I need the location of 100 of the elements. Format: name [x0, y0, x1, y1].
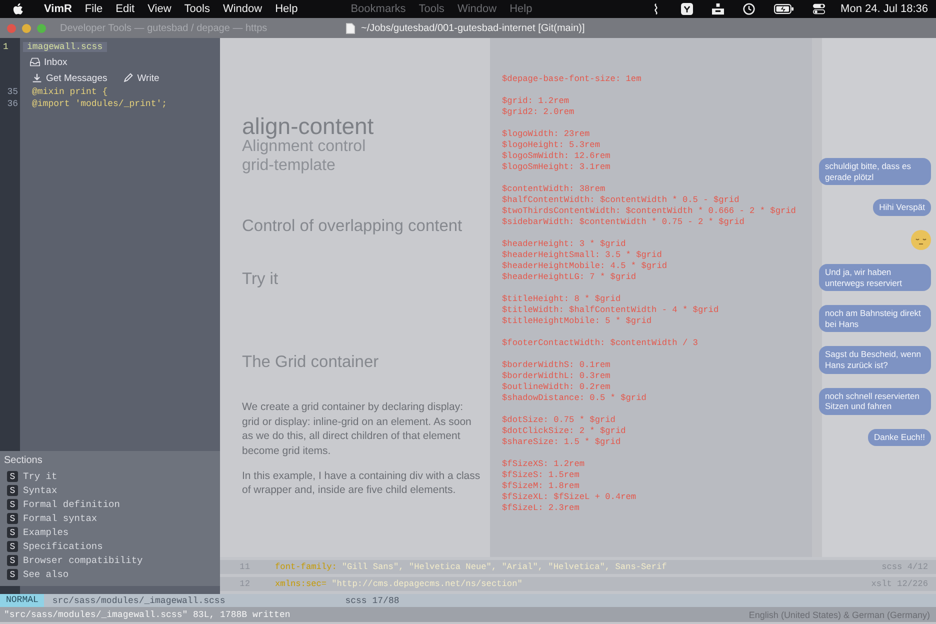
battery-icon[interactable] [774, 3, 794, 15]
section-badge: S [7, 499, 18, 510]
code-line: $depage-base-font-size: 1em [502, 74, 642, 85]
inbox-icon [30, 57, 40, 67]
message-bubble: noch am Bahnsteig direkt bei Hans [819, 305, 931, 332]
section-link[interactable]: Browser compatibility [23, 555, 143, 566]
buffer-number: 1 [3, 42, 10, 52]
pencil-icon [123, 73, 134, 83]
section-link[interactable]: Try it [23, 471, 58, 482]
code-line: $grid: 1.2rem [502, 96, 570, 107]
code-line: $titleHeightMobile: 5 * $grid [502, 316, 653, 327]
message-bubble: Sagst du Bescheid, wenn Hans zurück ist? [819, 346, 931, 374]
message-bubble: schuldigt bitte, dass es gerade plötzl [819, 158, 931, 186]
apple-logo-icon[interactable] [12, 2, 23, 16]
menu-item[interactable]: Bookmarks [350, 3, 406, 15]
code-line: $borderWidthL: 0.3rem [502, 371, 612, 382]
code-line: $sidebarWidth: $contentWidth * 0.75 - 2 * $grid [502, 217, 746, 228]
folder-label[interactable]: Inbox [44, 56, 68, 68]
code-line: $dotSize: 0.75 * $grid [502, 415, 616, 426]
code-line: $outlineWidth: 0.2rem [502, 382, 612, 393]
line-number: 35 [6, 87, 19, 97]
section-badge: S [7, 569, 18, 580]
code-line: $logoSmWidth: 12.6rem [502, 151, 612, 162]
code-line: $footerContactWidth: $contentWidth / 3 [502, 338, 699, 349]
code-line: $halfContentWidth: $contentWidth * 0.5 - $grid [502, 195, 740, 206]
line-number: 36 [6, 99, 19, 109]
code-line: $headerHeightMobile: 4.5 * $grid [502, 261, 668, 272]
document-icon [346, 22, 355, 34]
code-line: $borderWidthS: 0.1rem [502, 360, 612, 371]
message-bubble: Danke Euch!! [868, 428, 931, 446]
section-link[interactable]: Formal definition [23, 499, 120, 510]
message-bubble: Hihi Verspät [873, 199, 931, 216]
code-line: $titleHeight: 8 * $grid [502, 294, 622, 305]
mode-badge: NORMAL [0, 594, 44, 607]
message-bubble: Und ja, wir haben unterwegs reserviert [819, 264, 931, 292]
code-value: "http://cms.depagecms.net/ns/section" [332, 579, 522, 589]
page-title: align-content [242, 114, 375, 138]
app-badge-icon[interactable] [680, 3, 693, 15]
code-attribute: xmlns:sec= [274, 579, 327, 589]
menu-item[interactable]: Help [510, 3, 532, 15]
subheading: Alignment control [242, 138, 366, 157]
section-heading: The Grid container [242, 352, 380, 372]
section-badge: S [7, 471, 18, 482]
code-line: $twoThirdsContentWidth: $contentWidth * 0.666 - 2 * $grid [502, 206, 797, 217]
download-icon [32, 73, 42, 83]
code-line: $contentWidth: 38rem [502, 184, 606, 195]
menu-item[interactable]: View [148, 3, 172, 15]
section-link[interactable]: Specifications [23, 541, 103, 552]
section-badge: S [7, 541, 18, 552]
get-messages-button[interactable]: Get Messages [30, 72, 110, 84]
paragraph: In this example, I have a containing div with a class of wrapper and, inside are five child elements. [242, 468, 482, 498]
code-line: $logoWidth: 23rem [502, 129, 591, 140]
menu-item[interactable]: Help [275, 3, 298, 15]
cursor-position: scss 17/88 [345, 596, 400, 606]
code-attribute: font-family: [274, 562, 337, 572]
clock[interactable]: Mon 24. Jul 18:36 [840, 3, 928, 15]
menu-item[interactable]: Window [457, 3, 497, 15]
section-heading: Control of overlapping content [242, 216, 464, 236]
section-link[interactable]: Syntax [23, 485, 58, 496]
code-line: $shareSize: 1.5 * $grid [502, 437, 622, 448]
code-line: $shadowDistance: 0.5 * $grid [502, 393, 648, 404]
menu-item[interactable]: Tools [184, 3, 210, 15]
menu-item[interactable]: Edit [116, 3, 135, 15]
toggles-icon[interactable] [812, 3, 825, 15]
code-line: $headerHeightLG: 7 * $grid [502, 272, 638, 283]
section-link[interactable]: See also [23, 569, 69, 580]
app-menu[interactable]: VimR [44, 3, 72, 15]
file-path: src/sass/modules/_imagewall.scss [51, 596, 226, 606]
tray-upload-icon[interactable] [712, 3, 724, 15]
code-line: $logoSmHeight: 3.1rem [502, 162, 612, 173]
code-line: @mixin print { [31, 87, 108, 97]
write-button[interactable]: Write [121, 72, 162, 84]
file-tab[interactable]: imagewall.scss [23, 42, 107, 52]
code-line: $fSizeXS: 1.2rem [502, 459, 586, 470]
command-message: "src/sass/modules/_imagewall.scss" 83L, 1788B written [4, 610, 290, 620]
section-badge: S [7, 555, 18, 566]
section-link[interactable]: Examples [23, 527, 69, 538]
code-line: $headerHeight: 3 * $grid [502, 239, 627, 250]
code-line: $fSizeM: 1.8rem [502, 481, 580, 492]
window-title: ~/Jobs/gutesbad/001-gutesbad-internet [Git(main)] [361, 22, 585, 34]
code-line: $fSizeS: 1.5rem [502, 470, 580, 481]
section-heading: Try it [242, 270, 280, 289]
subheading: grid-template [242, 156, 336, 175]
code-value: "Gill Sans", "Helvetica Neue", "Arial", "Helvetica", Sans-Serif [342, 562, 667, 572]
code-line: @import 'modules/_print'; [31, 99, 168, 109]
clock-icon[interactable] [742, 3, 755, 15]
section-badge: S [7, 485, 18, 496]
menu-item[interactable]: Window [222, 3, 262, 15]
panel-title: Sections [4, 455, 44, 466]
section-link[interactable]: Formal syntax [23, 513, 98, 524]
menu-item[interactable]: Tools [418, 3, 444, 15]
code-line: $titleWidth: $halfContentWidth - 4 * $grid [502, 305, 720, 316]
code-line: $fSizeXL: $fSizeL + 0.4rem [502, 492, 638, 503]
emoji-icon [911, 230, 931, 250]
section-badge: S [7, 513, 18, 524]
code-line: $logoHeight: 5.3rem [502, 140, 601, 151]
message-bubble: noch schnell reservierten Sitzen und fahren [819, 388, 931, 415]
menu-item[interactable]: File [84, 3, 103, 15]
code-line: $grid2: 2.0rem [502, 107, 576, 118]
code-line: $headerHeightSmall: 3.5 * $grid [502, 250, 663, 261]
